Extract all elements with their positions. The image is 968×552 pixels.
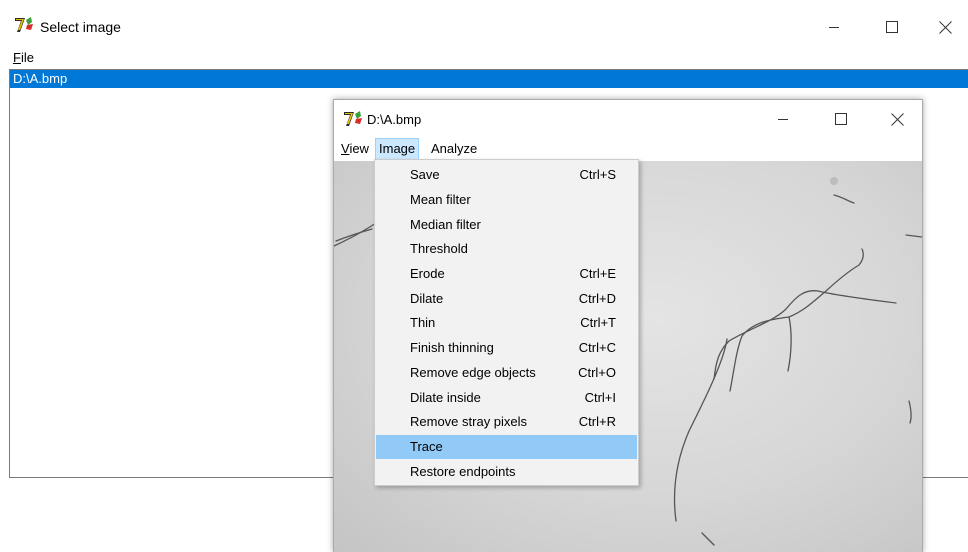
close-icon: [890, 112, 904, 126]
menu-item-finish-thinning[interactable]: Finish thinning Ctrl+C: [376, 336, 637, 360]
menu-item-save[interactable]: Save Ctrl+S: [376, 163, 637, 187]
close-icon: [938, 20, 952, 34]
child-minimize-button[interactable]: [760, 104, 806, 134]
image-window-menubar: View Image Analyze: [334, 138, 922, 160]
menu-image[interactable]: Image: [375, 138, 420, 160]
menu-file[interactable]: File: [13, 50, 34, 65]
child-close-button[interactable]: [874, 104, 920, 134]
minimize-icon: [778, 119, 788, 120]
maximize-icon: [835, 113, 847, 125]
menu-item-remove-edge-objects[interactable]: Remove edge objects Ctrl+O: [376, 361, 637, 385]
menu-item-restore-endpoints[interactable]: Restore endpoints: [376, 460, 637, 484]
maximize-icon: [886, 21, 898, 33]
image-menu-dropdown: Save Ctrl+S Mean filter Median filter Thr…: [374, 159, 639, 486]
main-window-title: Select image: [40, 19, 121, 35]
main-titlebar[interactable]: Select image: [0, 0, 968, 46]
main-close-button[interactable]: [922, 12, 968, 42]
menu-item-thin[interactable]: Thin Ctrl+T: [376, 311, 637, 335]
menu-item-remove-stray-pixels[interactable]: Remove stray pixels Ctrl+R: [376, 410, 637, 434]
main-minimize-button[interactable]: [811, 12, 857, 42]
menu-item-erode[interactable]: Erode Ctrl+E: [376, 262, 637, 286]
list-item-selected[interactable]: D:\A.bmp: [10, 70, 968, 88]
app-icon: [14, 16, 34, 39]
menu-analyze[interactable]: Analyze: [428, 138, 480, 160]
image-window-title: D:\A.bmp: [367, 112, 422, 127]
minimize-icon: [829, 27, 839, 28]
image-window-titlebar[interactable]: D:\A.bmp: [334, 100, 922, 138]
menu-view[interactable]: View: [338, 138, 372, 160]
menu-item-threshold[interactable]: Threshold: [376, 237, 637, 261]
menu-item-median-filter[interactable]: Median filter: [376, 213, 637, 237]
main-maximize-button[interactable]: [869, 12, 915, 42]
child-maximize-button[interactable]: [818, 104, 864, 134]
menu-item-dilate[interactable]: Dilate Ctrl+D: [376, 287, 637, 311]
menu-item-mean-filter[interactable]: Mean filter: [376, 188, 637, 212]
app-icon: [343, 110, 363, 133]
menu-item-dilate-inside[interactable]: Dilate inside Ctrl+I: [376, 386, 637, 410]
menu-item-trace[interactable]: Trace: [376, 435, 637, 459]
